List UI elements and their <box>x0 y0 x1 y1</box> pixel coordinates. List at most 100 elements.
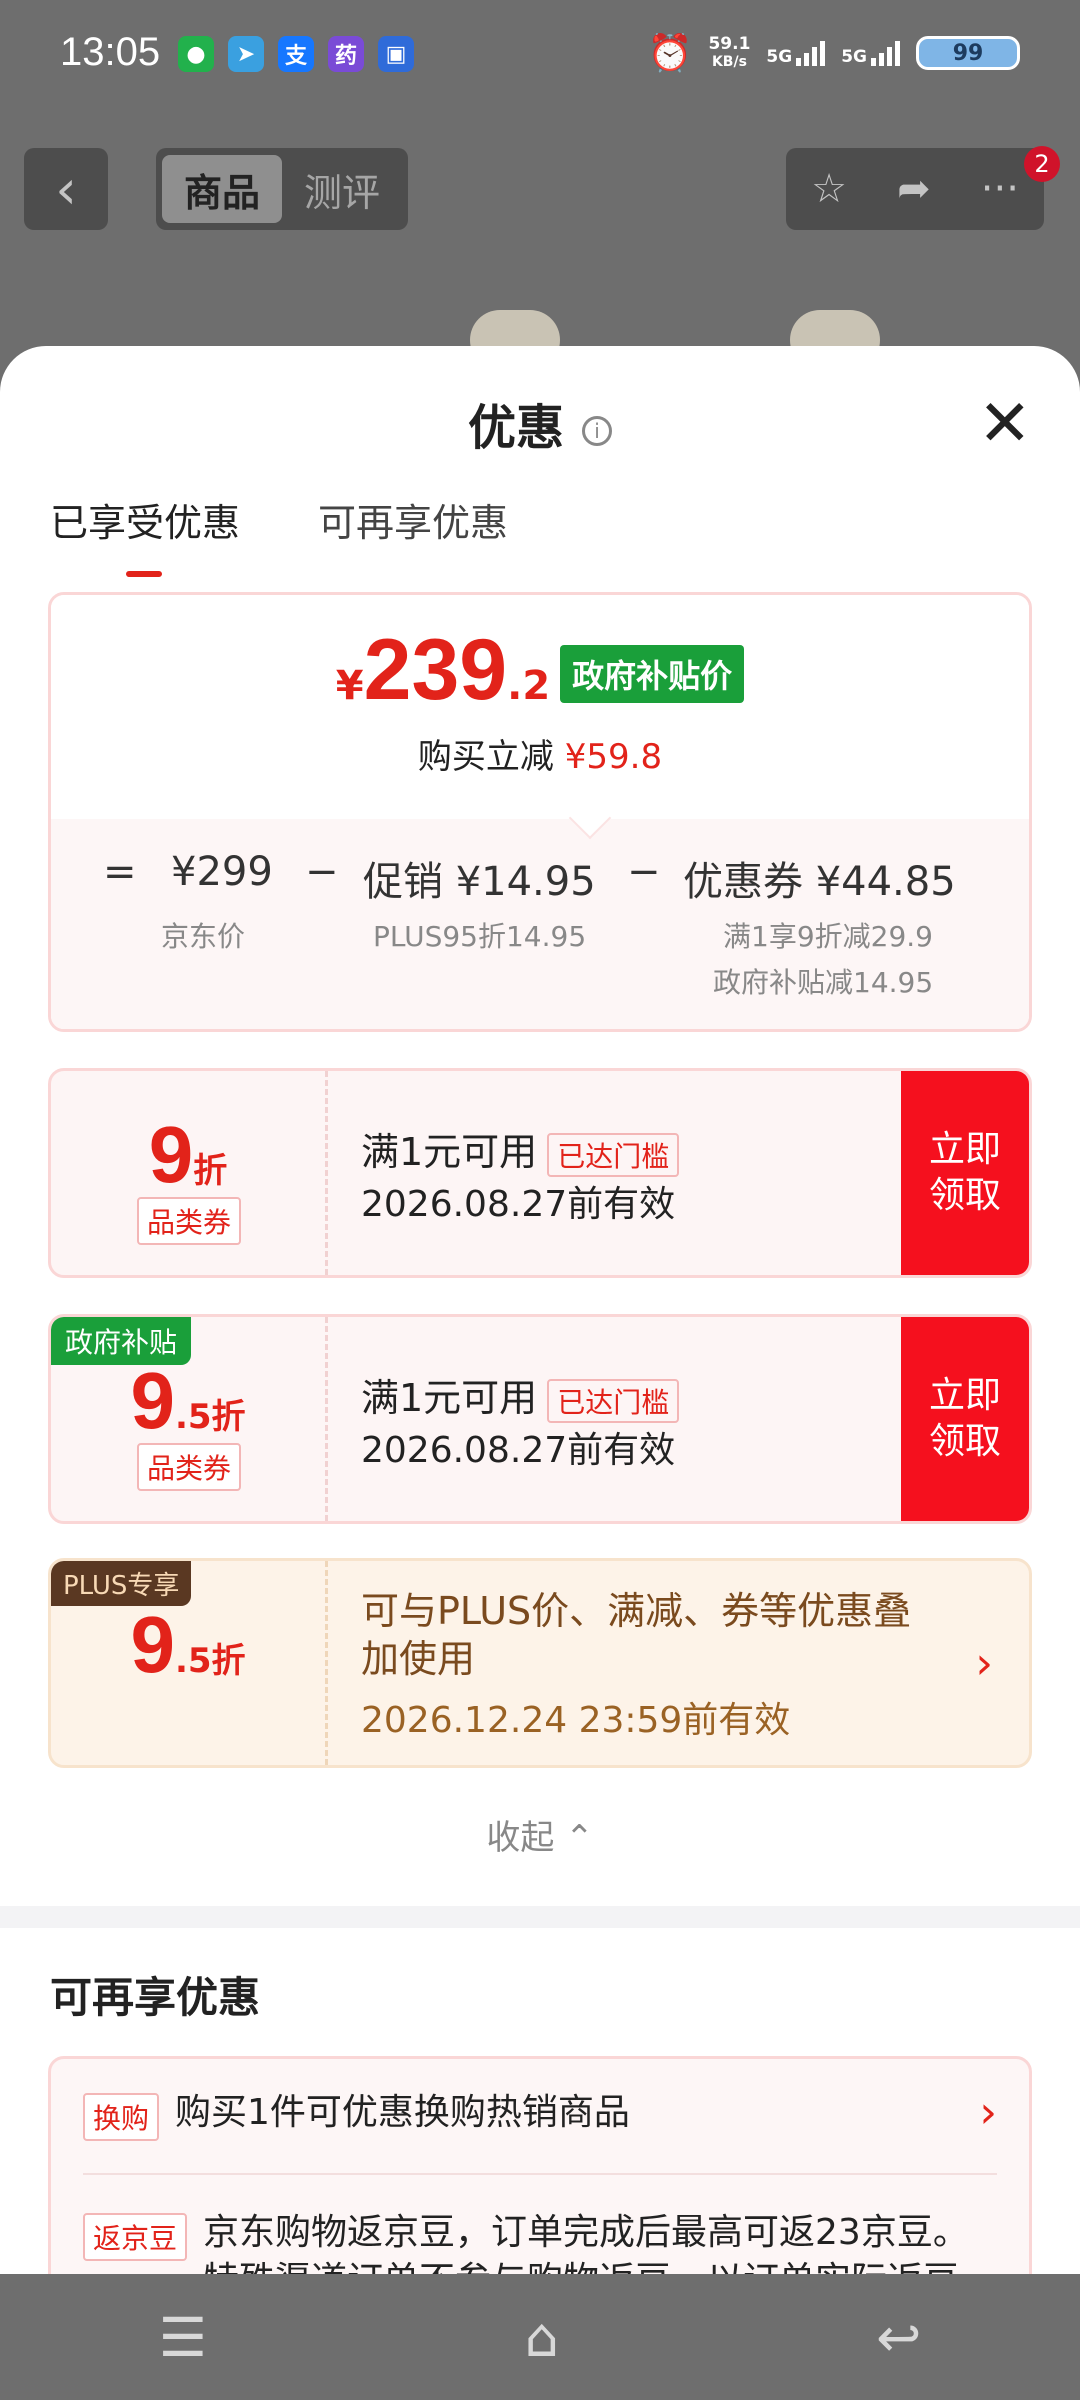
discount-number: 9 <box>130 1600 175 1689</box>
status-right: ⏰ 59.1 KB/s 5G 5G 99 <box>648 32 1020 74</box>
close-icon[interactable]: ✕ <box>978 392 1032 456</box>
signal-2: 5G <box>841 40 900 66</box>
more-icon[interactable]: ··· <box>981 166 1019 212</box>
coupon-label-1: 满1享9折减29.9 <box>723 920 933 953</box>
coupon-discount: 9折 <box>51 1109 325 1201</box>
home-icon[interactable]: ⌂ <box>524 2306 558 2369</box>
message-badge: 2 <box>1024 146 1060 182</box>
claim-button-label: 立即 领取 <box>928 1129 1001 1216</box>
speed-value: 59.1 <box>708 34 751 54</box>
coupon-discount-area: 9折 品类券 <box>51 1071 328 1275</box>
telegram-icon: ➤ <box>228 36 264 72</box>
notification-icons: ● ➤ 支 药 ▣ <box>178 36 414 72</box>
battery-icon: 99 <box>916 36 1020 70</box>
product-page-header: ‹ 商品 测评 ☆ ➦ ··· 2 <box>0 112 1080 370</box>
claim-coupon-button[interactable]: 立即 领取 <box>901 1317 1029 1521</box>
menu-icon[interactable]: ☰ <box>159 2306 207 2369</box>
jd-bean-tag: 返京豆 <box>83 2213 188 2261</box>
trade-in-tag: 换购 <box>83 2093 160 2141</box>
alipay-icon: 支 <box>278 36 314 72</box>
list-item-text: 购买1件可优惠换购热销商品 <box>175 2092 630 2133</box>
equals-sign: = <box>103 849 137 895</box>
condition-text: 满1元可用 <box>361 1130 538 1174</box>
price-decimal: .2 <box>507 663 551 709</box>
sheet-title-text: 优惠 <box>467 400 564 456</box>
coupon-label-2: 政府补贴减14.95 <box>713 966 934 999</box>
price-integer: 239 <box>363 622 508 718</box>
list-item-text: 京东购物返京豆，订单完成后最高可返23京豆。特殊渠道订单不参与购物返豆，以订单实… <box>203 2212 969 2274</box>
promo-label: PLUS95折14.95 <box>373 920 587 953</box>
star-icon[interactable]: ☆ <box>811 166 847 212</box>
chevron-left-icon: ‹ <box>55 157 77 221</box>
instant-reduction: 购买立减 ¥59.8 <box>51 729 1029 778</box>
discount-number: 9 <box>148 1110 194 1199</box>
discount-unit: .5折 <box>174 1641 246 1681</box>
collapse-label: 收起 <box>486 1818 555 1858</box>
row-divider <box>83 2173 997 2175</box>
plus-validity: 2026.12.24 23:59前有效 <box>361 1700 791 1741</box>
condition-text: 满1元可用 <box>361 1376 538 1420</box>
collapse-button[interactable]: 收起 ⌃ <box>0 1810 1080 1859</box>
signal-1: 5G <box>766 40 826 67</box>
plus-discount: 9.5折 <box>51 1599 325 1691</box>
tab-review[interactable]: 测评 <box>282 155 402 223</box>
gov-subsidy-corner-tag: 政府补贴 <box>51 1317 192 1365</box>
back-icon[interactable]: ↩ <box>876 2306 921 2369</box>
minus-sign: − <box>305 849 339 895</box>
coupon-amount: 优惠券 ¥44.85 <box>683 859 956 905</box>
back-button[interactable]: ‹ <box>24 148 108 230</box>
price-summary-card: ¥239.2 政府补贴价 购买立减 ¥59.8 = ¥299 京东价 − 促销 ¥… <box>48 592 1032 1032</box>
section-divider <box>0 1906 1080 1928</box>
network-speed: 59.1 KB/s <box>708 35 750 71</box>
discount-unit: .5折 <box>174 1397 246 1437</box>
coupon-condition: 满1元可用 已达门槛 <box>361 1367 680 1423</box>
coupon-validity: 2026.08.27前有效 <box>361 1184 676 1225</box>
discount-sheet: 优惠 i ✕ 已享受优惠 可再享优惠 ¥239.2 政府补贴价 购买立减 ¥59.8… <box>0 346 1080 2274</box>
alarm-icon: ⏰ <box>647 33 693 74</box>
final-price: ¥239.2 政府补贴价 <box>51 621 1029 720</box>
signal-bars-icon <box>796 40 826 66</box>
system-nav-bar: ☰ ⌂ ↩ <box>0 2274 1080 2400</box>
plus-member-card[interactable]: 9.5折 PLUS专享 可与PLUS价、满减、券等优惠叠加使用 2026.12.… <box>48 1558 1032 1768</box>
reduction-label: 购买立减 <box>417 737 554 777</box>
coupon-discount: 9.5折 <box>51 1355 325 1447</box>
gov-subsidy-tag: 政府补贴价 <box>560 645 745 703</box>
tab-product[interactable]: 商品 <box>162 155 282 223</box>
threshold-reached-tag: 已达门槛 <box>547 1132 680 1177</box>
discount-number: 9 <box>130 1356 175 1445</box>
share-icon[interactable]: ➦ <box>897 166 931 212</box>
speed-unit: KB/s <box>711 54 747 70</box>
claim-coupon-button[interactable]: 立即 领取 <box>901 1071 1029 1275</box>
price-breakdown: = ¥299 京东价 − 促销 ¥14.95 PLUS95折14.95 − 优惠… <box>51 796 1029 1029</box>
more-discounts-title: 可再享优惠 <box>50 1973 261 2022</box>
base-price-label: 京东价 <box>161 920 246 953</box>
tab-enjoyed[interactable]: 已享受优惠 <box>50 492 240 577</box>
coupon-category-tag: 品类券 <box>137 1197 242 1245</box>
currency-symbol: ¥ <box>335 663 364 709</box>
list-item: 返京豆 京东购物返京豆，订单完成后最高可返23京豆。特殊渠道订单不参与购物返豆，… <box>83 2209 997 2274</box>
status-bar: 13:05 ● ➤ 支 药 ▣ ⏰ 59.1 KB/s 5G 5G 99 <box>0 0 1080 112</box>
tab-more-available[interactable]: 可再享优惠 <box>318 492 508 547</box>
plus-exclusive-tag: PLUS专享 <box>51 1561 192 1606</box>
info-icon[interactable]: i <box>582 416 612 446</box>
reduction-value: ¥59.8 <box>564 737 663 777</box>
network-type: 5G <box>766 47 793 67</box>
wechat-icon: ● <box>178 36 214 72</box>
more-discounts-card: 换购 购买1件可优惠换购热销商品 › 返京豆 京东购物返京豆，订单完成后最高可返… <box>48 2056 1032 2274</box>
status-time: 13:05 <box>60 30 161 74</box>
chevron-right-icon: › <box>979 2087 997 2138</box>
coupon-card: 9折 品类券 满1元可用 已达门槛 2026.08.27前有效 立即 领取 <box>48 1068 1032 1278</box>
list-item[interactable]: 换购 购买1件可优惠换购热销商品 › <box>83 2089 997 2141</box>
coupon-card: 9.5折 品类券 政府补贴 满1元可用 已达门槛 2026.08.27前有效 立即… <box>48 1314 1032 1524</box>
signal-bars-icon <box>871 40 900 66</box>
discount-tabs: 已享受优惠 可再享优惠 <box>50 492 508 577</box>
chevron-right-icon: › <box>975 1637 993 1689</box>
header-actions: ☆ ➦ ··· <box>786 148 1044 230</box>
message-icon: ▣ <box>378 36 414 72</box>
network-type: 5G <box>841 47 867 67</box>
coupon-condition: 满1元可用 已达门槛 <box>361 1121 680 1177</box>
minus-sign: − <box>627 849 661 895</box>
pharmacy-icon: 药 <box>328 36 364 72</box>
discount-unit: 折 <box>193 1151 228 1191</box>
coupon-category-tag: 品类券 <box>137 1443 242 1491</box>
